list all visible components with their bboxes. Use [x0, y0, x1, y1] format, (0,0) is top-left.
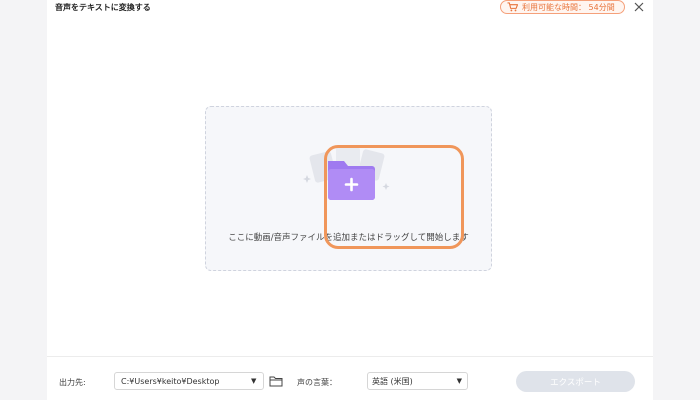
drop-instruction: ここに動画/音声ファイルを追加またはドラッグして開始します — [228, 233, 469, 243]
app-title: 音声をテキストに変換する — [55, 3, 151, 12]
language-select[interactable]: 英語 (米国) ▼ — [367, 372, 468, 390]
chevron-down-icon: ▼ — [456, 377, 462, 385]
chevron-down-icon[interactable]: ▼ — [251, 377, 256, 385]
available-time-label: 利用可能な時間： 54分間 — [522, 2, 615, 12]
app-window: 音声をテキストに変換する 利用可能な時間： 54分間 ここに動画/音声ファイルを… — [47, 0, 653, 400]
open-folder-icon[interactable] — [269, 375, 283, 387]
language-value: 英語 (米国) — [372, 376, 413, 386]
right-margin — [653, 0, 700, 400]
bottom-bar: 出力先: C:¥Users¥keito¥Desktop ▼ 声の言葉： 英語 (… — [47, 356, 653, 401]
file-drop-zone[interactable]: ここに動画/音声ファイルを追加またはドラッグして開始します — [205, 106, 492, 271]
available-time-badge[interactable]: 利用可能な時間： 54分間 — [500, 0, 625, 14]
shopping-cart-icon — [507, 2, 518, 12]
left-margin — [0, 0, 47, 400]
folder-add-icon[interactable] — [302, 145, 392, 205]
close-button[interactable] — [632, 0, 646, 14]
export-button[interactable]: エクスポート — [516, 371, 635, 392]
language-label: 声の言葉： — [297, 378, 337, 387]
close-icon — [634, 2, 644, 12]
output-label: 出力先: — [59, 378, 86, 387]
title-bar: 音声をテキストに変換する 利用可能な時間： 54分間 — [47, 0, 653, 18]
output-path-select[interactable]: C:¥Users¥keito¥Desktop — [114, 372, 264, 390]
output-path-value: C:¥Users¥keito¥Desktop — [121, 376, 220, 386]
